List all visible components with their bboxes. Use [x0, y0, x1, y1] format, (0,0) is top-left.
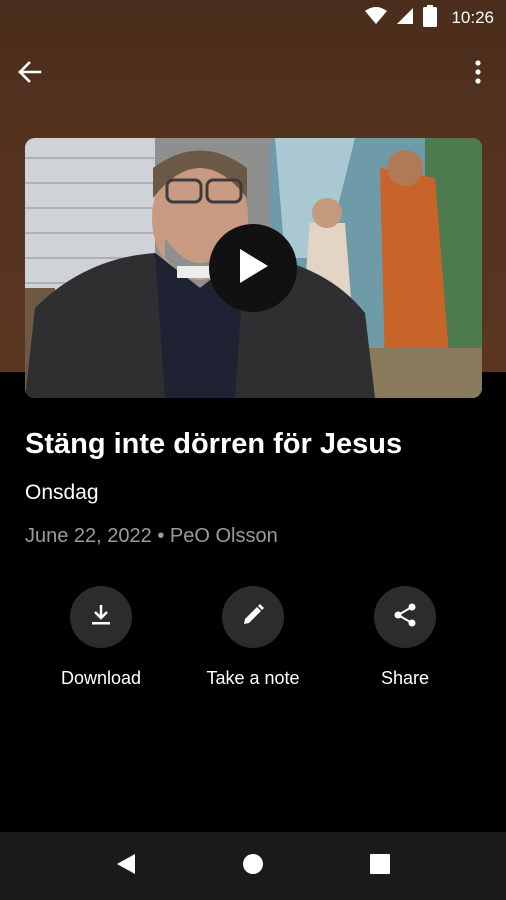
video-thumbnail[interactable] — [25, 138, 482, 398]
back-button[interactable] — [16, 58, 64, 90]
triangle-back-icon — [115, 852, 137, 881]
play-button[interactable] — [209, 224, 297, 312]
sermon-subtitle: Onsdag — [25, 481, 99, 504]
take-note-label: Take a note — [206, 668, 300, 688]
share-icon — [392, 602, 418, 633]
take-note-button[interactable]: Take a note — [177, 586, 329, 689]
meta-separator: • — [157, 525, 165, 547]
download-button[interactable]: Download — [25, 586, 177, 689]
nav-back-button[interactable] — [110, 850, 142, 882]
take-note-circle[interactable] — [222, 586, 284, 648]
cell-signal-icon — [397, 7, 414, 30]
share-button[interactable]: Share — [329, 586, 481, 689]
play-icon — [236, 247, 270, 290]
arrow-left-icon — [16, 60, 42, 89]
download-label: Download — [60, 668, 142, 688]
sermon-speaker: PeO Olsson — [169, 525, 278, 547]
system-nav-bar — [0, 832, 506, 900]
share-circle[interactable] — [374, 586, 436, 648]
wifi-icon — [365, 6, 388, 30]
pencil-icon — [241, 603, 265, 632]
sermon-meta: June 22, 2022 • PeO Olsson — [25, 525, 278, 548]
nav-recents-button[interactable] — [364, 850, 396, 882]
download-circle[interactable] — [70, 586, 132, 648]
status-time: 10:26 — [451, 8, 494, 27]
sermon-date: June 22, 2022 — [25, 525, 152, 547]
square-recents-icon — [370, 853, 390, 879]
circle-home-icon — [242, 853, 264, 880]
action-row: Download Take a note Share — [25, 586, 481, 696]
nav-home-button[interactable] — [237, 850, 269, 882]
more-vertical-icon — [475, 59, 481, 89]
battery-icon — [423, 4, 438, 32]
overflow-menu-button[interactable] — [466, 58, 490, 90]
sermon-title: Stäng inte dörren för Jesus — [25, 428, 403, 460]
status-bar: 10:26 — [0, 0, 506, 36]
share-label: Share — [380, 668, 430, 688]
download-icon — [89, 603, 113, 632]
app-bar — [0, 50, 506, 98]
